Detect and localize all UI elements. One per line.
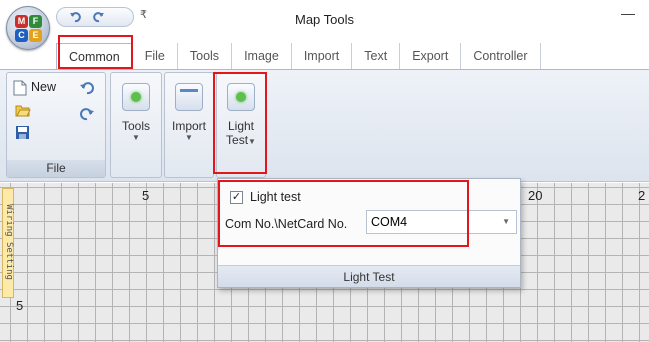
tab-controller[interactable]: Controller bbox=[461, 43, 541, 69]
import-button[interactable]: Import ▼ bbox=[167, 79, 211, 155]
tab-image[interactable]: Image bbox=[232, 43, 292, 69]
tab-export[interactable]: Export bbox=[400, 43, 462, 69]
light-test-button-label-2: Test▼ bbox=[226, 133, 256, 147]
ruler-left-label: 5 bbox=[16, 298, 24, 313]
ribbon-tabs: Common File Tools Image Import Text Expo… bbox=[56, 43, 541, 69]
green-light-icon bbox=[122, 83, 150, 111]
window-title: Map Tools bbox=[294, 12, 354, 27]
map-tools-window: ₹ Map Tools — M F C E Common File Tools … bbox=[0, 0, 649, 342]
open-button[interactable] bbox=[15, 103, 31, 120]
undo-icon bbox=[80, 82, 94, 95]
green-light-icon bbox=[227, 83, 255, 111]
new-document-icon bbox=[13, 80, 27, 96]
minimize-button[interactable]: — bbox=[621, 6, 635, 20]
new-button-label: New bbox=[31, 80, 57, 94]
import-button-label: Import bbox=[171, 119, 206, 133]
application-menu-button[interactable]: M F C E bbox=[6, 6, 50, 50]
import-group: Import ▼ bbox=[164, 72, 214, 178]
save-button[interactable] bbox=[15, 125, 30, 143]
tools-group: Tools ▼ bbox=[110, 72, 162, 178]
tab-import[interactable]: Import bbox=[292, 43, 353, 69]
wiring-setting-tab[interactable]: Wiring Setting bbox=[2, 188, 14, 298]
redo-icon bbox=[80, 108, 94, 121]
com-port-label: Com No.\NetCard No. bbox=[225, 217, 348, 231]
save-icon bbox=[16, 126, 29, 139]
light-test-group: Light Test▼ bbox=[216, 72, 266, 178]
tab-common[interactable]: Common bbox=[56, 43, 133, 69]
tools-button-label: Tools bbox=[121, 119, 150, 133]
title-bar: ₹ Map Tools — bbox=[0, 0, 649, 40]
file-group-label: File bbox=[7, 160, 105, 177]
light-test-checkbox[interactable]: ✓ bbox=[230, 191, 243, 204]
light-test-button-label-1: Light bbox=[227, 119, 255, 133]
light-test-checkbox-label: Light test bbox=[250, 190, 301, 204]
orb-letter: M bbox=[15, 15, 28, 28]
ribbon-panel: New File Tools ▼ Import ▼ Light Test▼ bbox=[0, 70, 649, 182]
orb-letter: C bbox=[15, 29, 28, 42]
light-test-popup-footer: Light Test bbox=[218, 265, 520, 287]
tools-button[interactable]: Tools ▼ bbox=[114, 79, 158, 155]
file-group: New File bbox=[6, 72, 106, 178]
chevron-down-icon: ▼ bbox=[132, 133, 140, 142]
open-folder-icon bbox=[15, 105, 31, 117]
light-test-button[interactable]: Light Test▼ bbox=[219, 79, 263, 155]
undo-small-button[interactable] bbox=[79, 81, 95, 98]
com-port-select[interactable]: COM4 ▼ bbox=[366, 210, 517, 234]
com-port-value: COM4 bbox=[371, 215, 408, 229]
new-button[interactable]: New bbox=[13, 79, 83, 97]
tab-text[interactable]: Text bbox=[352, 43, 401, 69]
tab-tools[interactable]: Tools bbox=[178, 43, 233, 69]
import-window-icon bbox=[175, 83, 203, 111]
chevron-down-icon: ▼ bbox=[502, 217, 510, 226]
ruler-top-label: 20 bbox=[528, 188, 543, 203]
ruler-top-label: 2 bbox=[638, 188, 646, 203]
wiring-setting-label: Wiring Setting bbox=[4, 204, 14, 280]
tab-file[interactable]: File bbox=[133, 43, 178, 69]
redo-small-button[interactable] bbox=[79, 107, 95, 124]
ruler-top-label: 5 bbox=[142, 188, 150, 203]
chevron-down-icon: ▼ bbox=[185, 133, 193, 142]
chevron-down-icon: ▼ bbox=[248, 137, 256, 146]
orb-letter: F bbox=[29, 15, 42, 28]
light-test-popup: ✓ Light test Com No.\NetCard No. COM4 ▼ … bbox=[217, 178, 521, 288]
orb-letter: E bbox=[29, 29, 42, 42]
